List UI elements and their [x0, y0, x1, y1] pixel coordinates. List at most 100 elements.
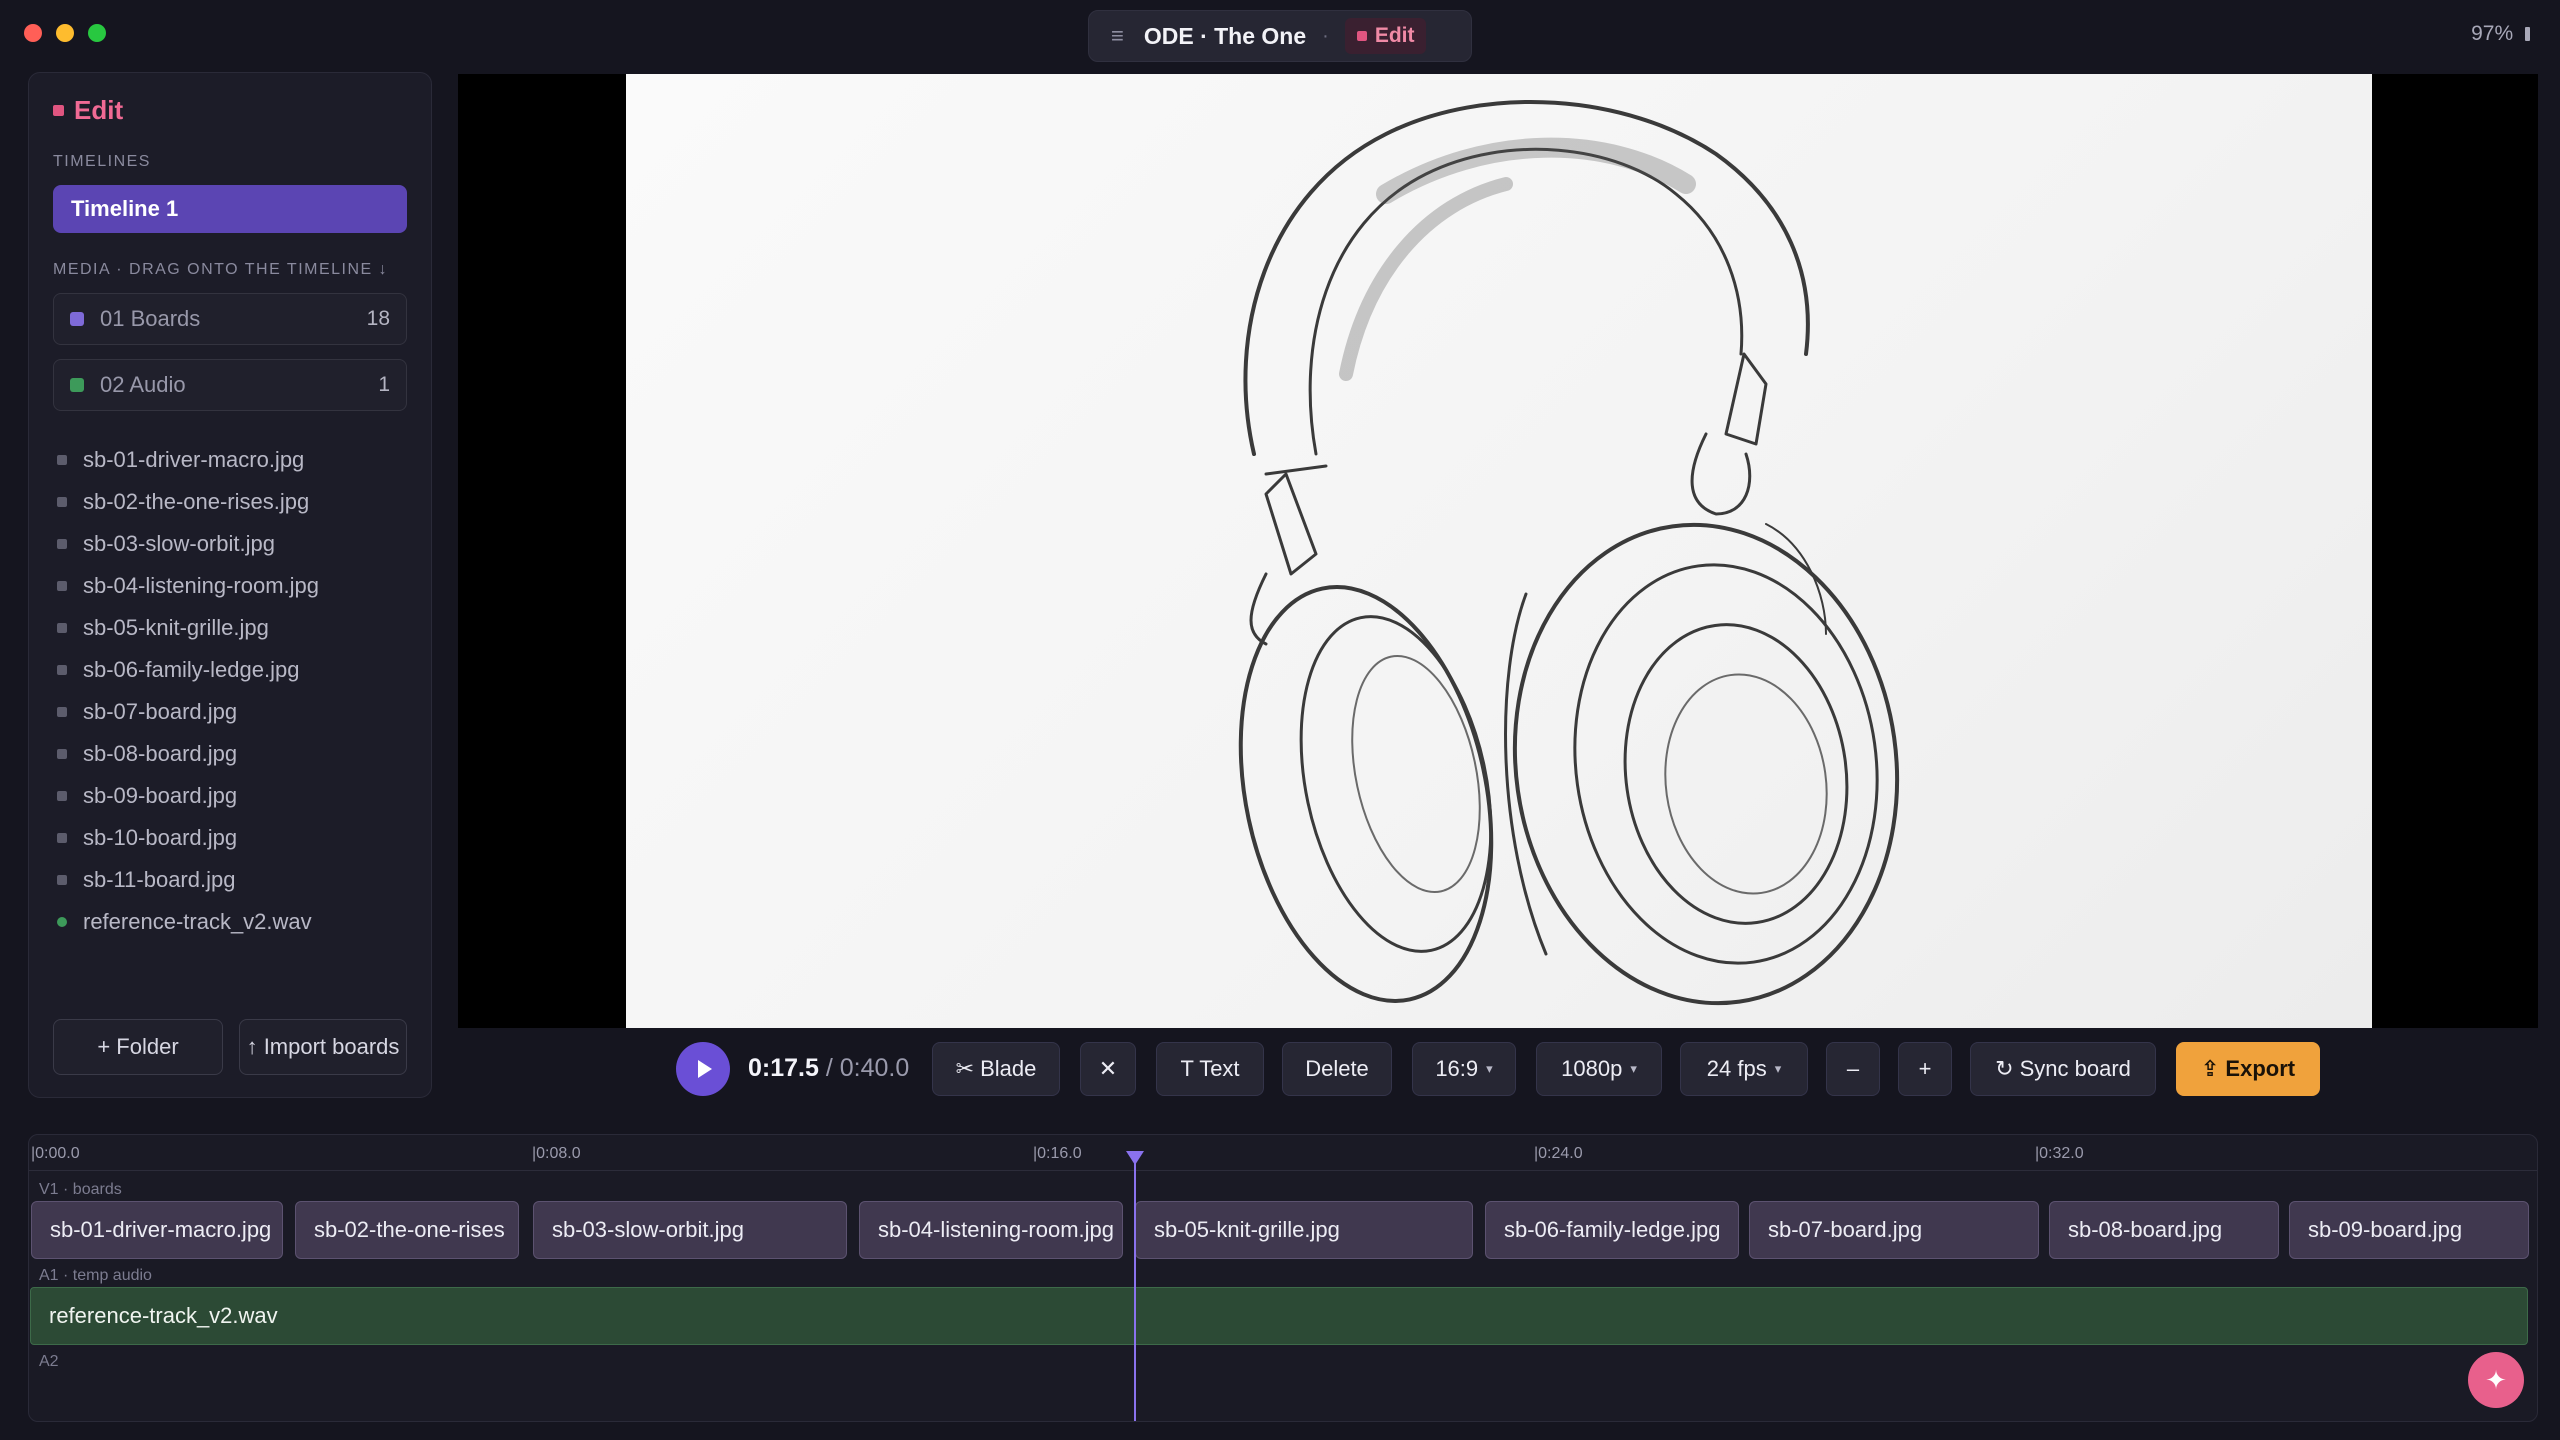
folder-name: 01 Boards [100, 306, 201, 331]
timeline-item-1[interactable]: Timeline 1 [53, 185, 407, 233]
file-name: sb-06-family-ledge.jpg [83, 657, 300, 682]
media-file-item[interactable]: sb-10-board.jpg [53, 817, 407, 859]
ruler-tick: |0:16.0 [1033, 1145, 1082, 1162]
minimize-window-button[interactable] [56, 24, 74, 42]
file-name: sb-10-board.jpg [83, 825, 238, 850]
current-time: 0:17.5 [748, 1054, 819, 1082]
maximize-window-button[interactable] [88, 24, 106, 42]
chevron-down-icon: ▾ [1774, 1061, 1782, 1076]
media-section-label: MEDIA · DRAG ONTO THE TIMELINE ↓ [53, 261, 389, 278]
file-name: sb-07-board.jpg [83, 699, 238, 724]
mode-chip[interactable]: Edit [1344, 18, 1427, 54]
zoom-in-button[interactable]: + [1898, 1042, 1952, 1096]
timeline-clip[interactable]: sb-01-driver-macro.jpg [31, 1201, 283, 1259]
import-boards-button[interactable]: ↑ Import boards [239, 1019, 407, 1075]
file-name: sb-02-the-one-rises.jpg [83, 489, 310, 514]
time-ruler[interactable]: |0:00.0 |0:08.0 |0:16.0 |0:24.0 |0:32.0 [29, 1135, 2537, 1171]
export-button[interactable]: ⇪ Export [2176, 1042, 2320, 1096]
aspect-ratio-select[interactable]: 16:9 ▾ [1412, 1042, 1516, 1096]
image-file-icon [57, 539, 67, 549]
media-file-item[interactable]: sb-03-slow-orbit.jpg [53, 523, 407, 565]
timeline-clip[interactable]: sb-07-board.jpg [1749, 1201, 2039, 1259]
media-sidebar: Edit TIMELINES Timeline 1 MEDIA · DRAG O… [28, 72, 432, 1098]
edit-mode-dot-icon [53, 105, 64, 116]
folder-color-icon [70, 378, 84, 392]
playhead-line[interactable] [1134, 1155, 1136, 1421]
file-name: sb-11-board.jpg [83, 867, 236, 892]
file-name: sb-08-board.jpg [83, 741, 238, 766]
media-file-item[interactable]: sb-07-board.jpg [53, 691, 407, 733]
text-tool-button[interactable]: T Text [1156, 1042, 1264, 1096]
track-label-a2: A2 [39, 1353, 59, 1370]
timeline-clip[interactable]: sb-03-slow-orbit.jpg [533, 1201, 847, 1259]
battery-level: 97% [2471, 22, 2514, 45]
project-title-pill[interactable]: ≡ ODE · The One · Edit [1088, 10, 1472, 62]
window-controls [24, 24, 106, 42]
media-file-item[interactable]: reference-track_v2.wav [53, 901, 407, 943]
image-file-icon [57, 791, 67, 801]
folder-color-icon [70, 312, 84, 326]
headphones-sketch-image [1238, 100, 1900, 1006]
timeline-clip[interactable]: sb-05-knit-grille.jpg [1135, 1201, 1473, 1259]
preview-frame [626, 74, 2372, 1028]
sync-board-button[interactable]: ↻ Sync board [1970, 1042, 2156, 1096]
media-file-item[interactable]: sb-06-family-ledge.jpg [53, 649, 407, 691]
timelines-section-label: TIMELINES [53, 153, 151, 170]
timeline-clip[interactable]: sb-09-board.jpg [2289, 1201, 2529, 1259]
play-button[interactable] [676, 1042, 730, 1096]
aspect-ratio-value: 16:9 [1435, 1056, 1479, 1081]
delete-button[interactable]: Delete [1282, 1042, 1392, 1096]
timeline-panel[interactable]: |0:00.0 |0:08.0 |0:16.0 |0:24.0 |0:32.0 … [28, 1134, 2538, 1422]
mode-dot-icon [1356, 31, 1367, 41]
image-file-icon [57, 455, 67, 465]
fps-select[interactable]: 24 fps ▾ [1680, 1042, 1808, 1096]
ruler-tick: |0:32.0 [2035, 1145, 2084, 1162]
timeline-clip[interactable]: sb-04-listening-room.jpg [859, 1201, 1123, 1259]
image-file-icon [57, 749, 67, 759]
file-name: sb-04-listening-room.jpg [83, 573, 319, 598]
file-name: sb-05-knit-grille.jpg [83, 615, 269, 640]
timeline-clip[interactable]: sb-02-the-one-rises [295, 1201, 519, 1259]
add-folder-button[interactable]: + Folder [53, 1019, 223, 1075]
title-bar: ≡ ODE · The One · Edit 97% [0, 0, 2560, 72]
audio-clip[interactable]: reference-track_v2.wav [30, 1287, 2528, 1345]
image-file-icon [57, 875, 67, 885]
sidebar-header: Edit [53, 95, 123, 126]
close-tool-button[interactable]: ✕ [1080, 1042, 1136, 1096]
file-name: reference-track_v2.wav [83, 909, 312, 934]
media-file-item[interactable]: sb-01-driver-macro.jpg [53, 439, 407, 481]
folder-audio[interactable]: 02 Audio 1 [53, 359, 407, 411]
timeline-clip[interactable]: sb-06-family-ledge.jpg [1485, 1201, 1739, 1259]
ruler-tick: |0:08.0 [532, 1145, 581, 1162]
play-icon [698, 1060, 712, 1078]
chevron-down-icon: ▾ [1630, 1061, 1637, 1076]
media-file-item[interactable]: sb-11-board.jpg [53, 859, 407, 901]
track-label-a1: A1 · temp audio [39, 1267, 152, 1284]
battery-icon [2525, 27, 2530, 41]
preview-viewer[interactable] [458, 74, 2538, 1028]
media-file-item[interactable]: sb-04-listening-room.jpg [53, 565, 407, 607]
mode-label: Edit [1374, 24, 1415, 47]
sidebar-mode-label: Edit [74, 95, 124, 125]
folder-count: 18 [366, 307, 390, 330]
project-title: ODE · The One [1143, 22, 1307, 49]
media-file-item[interactable]: sb-09-board.jpg [53, 775, 407, 817]
track-label-v1: V1 · boards [39, 1181, 122, 1198]
close-window-button[interactable] [24, 24, 42, 42]
blade-button[interactable]: ✂ Blade [932, 1042, 1060, 1096]
file-name: sb-03-slow-orbit.jpg [83, 531, 275, 556]
timeline-clip[interactable]: sb-08-board.jpg [2049, 1201, 2279, 1259]
folder-boards[interactable]: 01 Boards 18 [53, 293, 407, 345]
hamburger-icon[interactable]: ≡ [1111, 23, 1124, 49]
resolution-value: 1080p [1561, 1056, 1623, 1081]
assistant-sparkle-button[interactable]: ✦ [2468, 1352, 2524, 1408]
media-file-item[interactable]: sb-05-knit-grille.jpg [53, 607, 407, 649]
zoom-out-button[interactable]: – [1826, 1042, 1880, 1096]
audio-file-icon [57, 917, 67, 927]
file-name: sb-01-driver-macro.jpg [83, 447, 305, 472]
media-file-item[interactable]: sb-02-the-one-rises.jpg [53, 481, 407, 523]
media-file-item[interactable]: sb-08-board.jpg [53, 733, 407, 775]
ruler-tick: |0:24.0 [1534, 1145, 1583, 1162]
resolution-select[interactable]: 1080p ▾ [1536, 1042, 1662, 1096]
title-separator: · [1322, 24, 1329, 47]
